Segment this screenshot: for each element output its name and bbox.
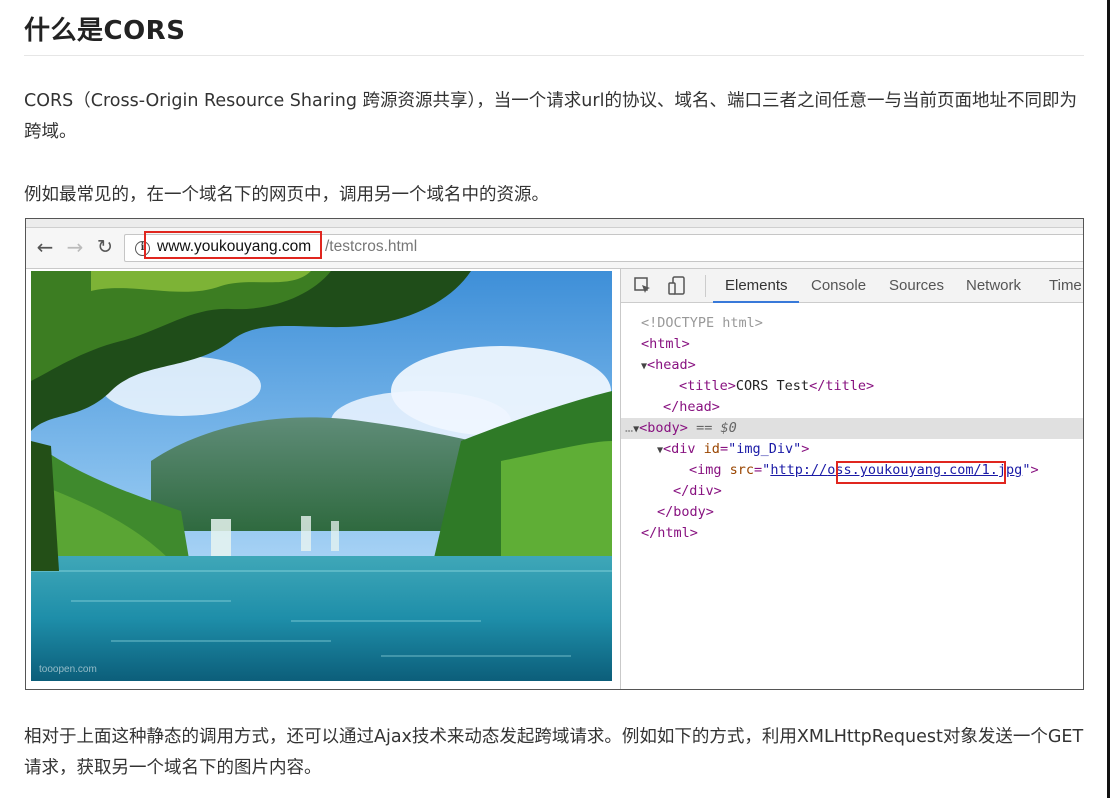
paragraph-cors-definition: CORS（Cross-Origin Resource Sharing 跨源资源共… bbox=[24, 91, 1077, 142]
body-open-tag: <body> bbox=[639, 420, 688, 436]
dom-line-body[interactable]: …▼<body> == $0 bbox=[621, 418, 1083, 439]
dom-tree: <!DOCTYPE html> <html> ▼<head> <title>CO… bbox=[621, 303, 1083, 689]
back-arrow-icon[interactable]: ← bbox=[34, 234, 56, 260]
reload-icon[interactable]: ↻ bbox=[94, 234, 116, 260]
head-open-tag: <head> bbox=[647, 357, 696, 373]
url-path: /testcros.html bbox=[325, 238, 418, 255]
img-open-tag: <img bbox=[689, 462, 730, 478]
dom-line-html-close[interactable]: </html> bbox=[621, 523, 1083, 544]
dom-line-div-close[interactable]: </div> bbox=[621, 481, 1083, 502]
div-open-tag: <div bbox=[663, 441, 704, 457]
selected-node-marker: == $0 bbox=[696, 420, 737, 436]
browser-screenshot: ← → ↻ i www.youkouyang.com /testcros.htm… bbox=[25, 218, 1084, 690]
lake-landscape-image: tooopen.com bbox=[31, 271, 612, 681]
img-src-attr: src bbox=[729, 462, 755, 478]
tab-console[interactable]: Console bbox=[811, 277, 866, 294]
dom-line-head-close[interactable]: </head> bbox=[621, 397, 1083, 418]
devtools-panel: Elements Console Sources Network Time <!… bbox=[620, 269, 1083, 689]
article-title: 什么是CORS bbox=[24, 16, 186, 46]
address-bar[interactable]: i www.youkouyang.com /testcros.html bbox=[124, 231, 1083, 262]
dom-line-doctype[interactable]: <!DOCTYPE html> bbox=[621, 313, 1083, 334]
devtools-tab-bar: Elements Console Sources Network Time bbox=[621, 269, 1083, 303]
dom-line-title[interactable]: <title>CORS Test</title> bbox=[621, 376, 1083, 397]
head-close-tag: </head> bbox=[663, 399, 720, 415]
browser-toolbar: ← → ↻ i www.youkouyang.com /testcros.htm… bbox=[26, 228, 1083, 269]
title-divider bbox=[24, 55, 1084, 56]
img-src-prefix[interactable]: http:// bbox=[770, 462, 827, 478]
dom-line-head[interactable]: ▼<head> bbox=[621, 355, 1083, 376]
html-open-tag: <html> bbox=[641, 336, 690, 352]
dom-line-body-close[interactable]: </body> bbox=[621, 502, 1083, 523]
dom-line-html[interactable]: <html> bbox=[621, 334, 1083, 355]
paragraph-ajax: 相对于上面这种静态的调用方式，还可以通过Ajax技术来动态发起跨域请求。例如如下… bbox=[24, 727, 1084, 778]
tab-elements[interactable]: Elements bbox=[725, 277, 788, 294]
browser-tab-strip bbox=[26, 219, 1083, 228]
title-text: CORS Test bbox=[735, 378, 810, 394]
tab-network[interactable]: Network bbox=[966, 277, 1021, 294]
inspect-element-icon[interactable] bbox=[633, 276, 653, 296]
tab-timeline[interactable]: Time bbox=[1049, 277, 1082, 294]
device-toolbar-icon[interactable] bbox=[667, 276, 687, 296]
body-close-tag: </body> bbox=[657, 504, 714, 520]
paragraph-example: 例如最常见的，在一个域名下的网页中，调用另一个域名中的资源。 bbox=[24, 185, 549, 205]
forward-arrow-icon[interactable]: → bbox=[64, 234, 86, 260]
expand-triangle-icon[interactable]: ▼ bbox=[621, 361, 647, 372]
div-id-value: "img_Div" bbox=[728, 441, 802, 457]
div-close-tag: </div> bbox=[673, 483, 722, 499]
image-watermark: tooopen.com bbox=[39, 664, 97, 675]
host-highlight-box bbox=[144, 231, 322, 259]
lake-landscape-illustration bbox=[31, 271, 612, 681]
html-close-tag: </html> bbox=[641, 525, 698, 541]
devtools-separator bbox=[705, 275, 706, 297]
title-close-tag: </title> bbox=[809, 378, 875, 394]
dom-line-img[interactable]: <img src="http://oss.youkouyang.com/1.jp… bbox=[621, 460, 1083, 484]
doctype-text: <!DOCTYPE html> bbox=[641, 315, 763, 331]
dom-line-div[interactable]: ▼<div id="img_Div"> bbox=[621, 439, 1083, 460]
div-id-attr: id bbox=[703, 441, 720, 457]
title-open-tag: <title> bbox=[679, 378, 736, 394]
tab-sources[interactable]: Sources bbox=[889, 277, 944, 294]
expand-triangle-icon[interactable]: ▼ bbox=[621, 445, 663, 456]
